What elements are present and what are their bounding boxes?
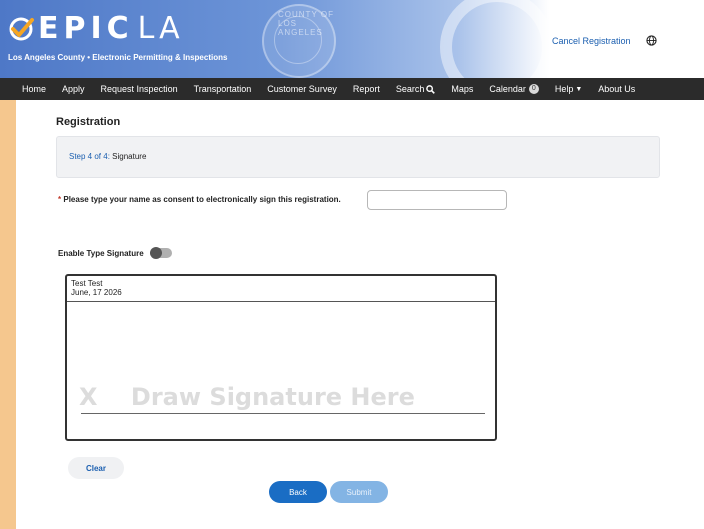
background-check-watermark bbox=[440, 0, 554, 78]
calendar-count-badge: 0 bbox=[528, 84, 539, 94]
nav-search-label: Search bbox=[395, 84, 425, 94]
main-content: Registration Step 4 of 4: Signature * Pl… bbox=[16, 100, 704, 529]
nav-calendar[interactable]: Calendar 0 bbox=[481, 84, 546, 94]
type-signature-label: Enable Type Signature bbox=[58, 248, 144, 258]
step-label: Step 4 of 4: bbox=[69, 152, 110, 161]
nav-calendar-label: Calendar bbox=[489, 84, 526, 94]
epic-la-logo[interactable]: EPIC LA bbox=[8, 14, 184, 44]
step-name: Signature bbox=[112, 152, 147, 161]
check-mark-icon bbox=[9, 17, 34, 41]
nav-transportation[interactable]: Transportation bbox=[186, 84, 260, 94]
nav-home[interactable]: Home bbox=[0, 84, 54, 94]
logo-suffix: LA bbox=[137, 11, 184, 46]
page-title: Registration bbox=[56, 116, 121, 128]
back-button[interactable]: Back bbox=[269, 481, 327, 503]
clear-button[interactable]: Clear bbox=[68, 457, 124, 479]
signature-placeholder: X Draw Signature Here bbox=[79, 383, 415, 411]
type-signature-row: Enable Type Signature bbox=[58, 247, 172, 259]
nav-report[interactable]: Report bbox=[345, 84, 388, 94]
consent-label-text: Please type your name as consent to elec… bbox=[63, 195, 341, 204]
county-seal-text: COUNTY OF LOS ANGELES bbox=[278, 10, 334, 37]
nav-request-inspection[interactable]: Request Inspection bbox=[93, 84, 186, 94]
submit-button[interactable]: Submit bbox=[330, 481, 388, 503]
required-mark: * bbox=[58, 195, 62, 204]
step-indicator: Step 4 of 4: Signature bbox=[56, 136, 660, 178]
logo-text: EPIC bbox=[38, 11, 134, 46]
county-seal: COUNTY OF LOS ANGELES bbox=[262, 4, 336, 78]
signer-name-input[interactable] bbox=[367, 190, 507, 210]
tagline: Los Angeles County • Electronic Permitti… bbox=[8, 53, 228, 62]
signature-baseline bbox=[81, 413, 485, 414]
chevron-down-icon: ▼ bbox=[575, 85, 583, 93]
nav-search[interactable]: Search bbox=[388, 84, 444, 94]
step-text: Step 4 of 4: Signature bbox=[69, 152, 146, 161]
main-nav: Home Apply Request Inspection Transporta… bbox=[0, 78, 704, 100]
nav-help[interactable]: Help ▼ bbox=[547, 84, 590, 94]
signature-pad[interactable]: Test Test June, 17 2026 X Draw Signature… bbox=[65, 274, 497, 441]
nav-maps[interactable]: Maps bbox=[443, 84, 481, 94]
toggle-knob bbox=[149, 247, 162, 259]
signature-header: Test Test June, 17 2026 bbox=[67, 276, 495, 302]
cancel-registration-link[interactable]: Cancel Registration bbox=[552, 36, 631, 46]
type-signature-toggle[interactable] bbox=[149, 247, 172, 259]
nav-about-us[interactable]: About Us bbox=[590, 84, 643, 94]
site-header: COUNTY OF LOS ANGELES EPIC LA Los Angele… bbox=[0, 0, 704, 78]
signature-date: June, 17 2026 bbox=[71, 288, 122, 297]
nav-apply[interactable]: Apply bbox=[54, 84, 93, 94]
signature-name: Test Test bbox=[71, 279, 103, 288]
nav-help-label: Help bbox=[554, 84, 574, 94]
consent-label: * Please type your name as consent to el… bbox=[58, 194, 348, 205]
globe-icon[interactable] bbox=[646, 35, 657, 46]
nav-customer-survey[interactable]: Customer Survey bbox=[259, 84, 345, 94]
search-icon bbox=[426, 84, 436, 94]
